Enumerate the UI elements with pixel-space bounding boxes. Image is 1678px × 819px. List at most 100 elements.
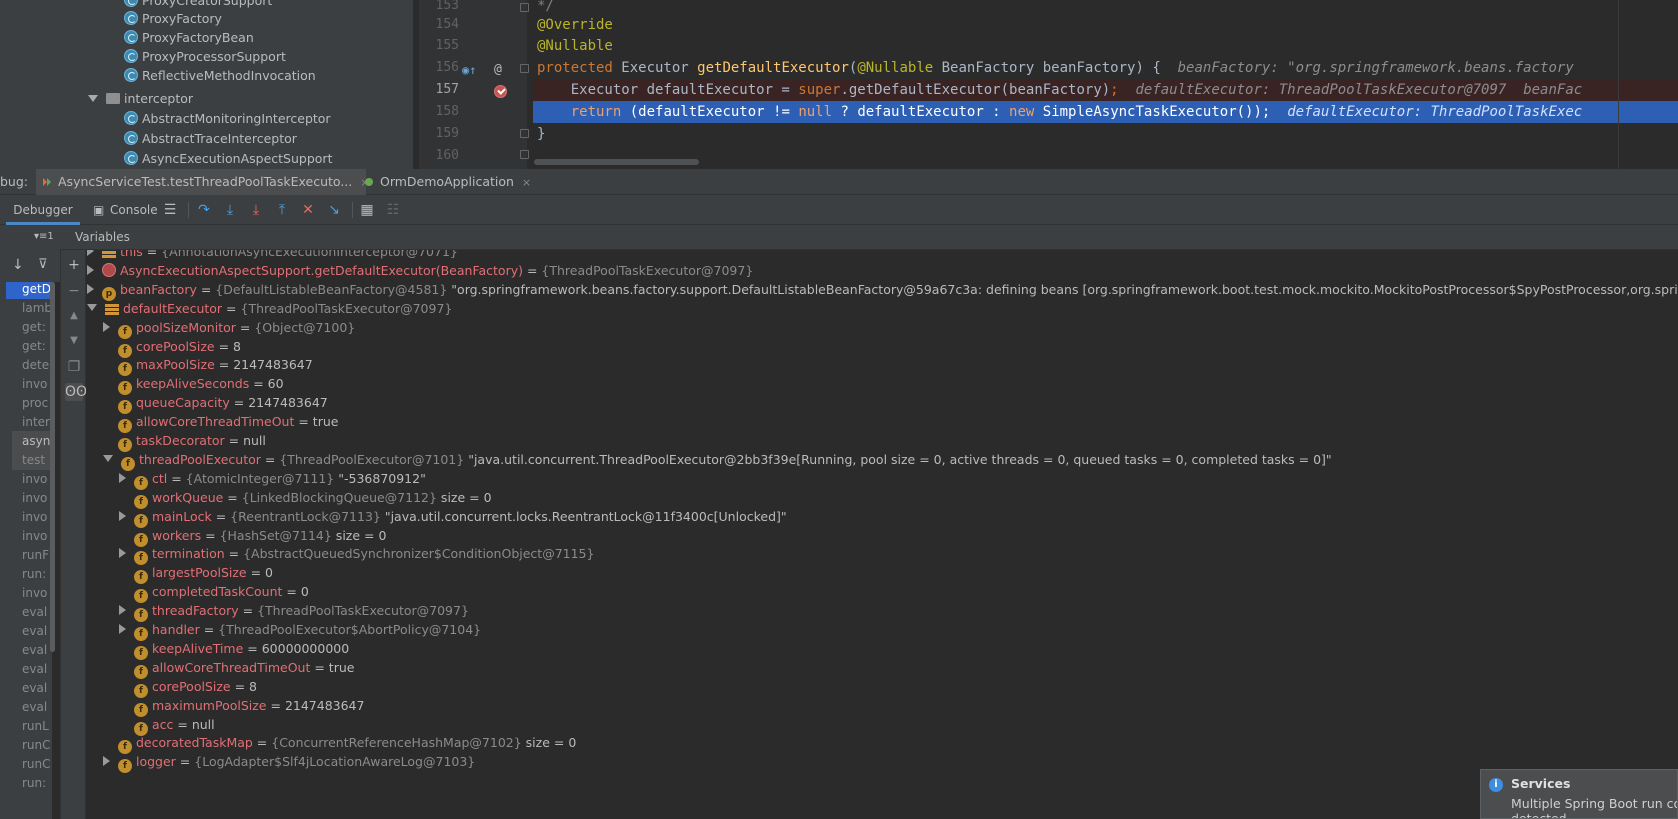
stack-frame[interactable]: eval bbox=[12, 621, 52, 641]
stack-frame[interactable]: runL bbox=[12, 716, 52, 736]
expand-arrow-icon[interactable] bbox=[119, 624, 126, 634]
variable-row[interactable]: f largestPoolSize = 0 bbox=[119, 563, 273, 585]
variable-row[interactable]: f maximumPoolSize = 2147483647 bbox=[119, 696, 364, 717]
code-editor[interactable]: 153 154 155 156 157 158 159 160 ◉↑ @ */ … bbox=[419, 0, 1678, 169]
annotation-icon[interactable]: @ bbox=[494, 62, 502, 77]
tree-item-class[interactable]: ProxyProcessorSupport bbox=[124, 47, 286, 67]
expand-arrow-icon[interactable] bbox=[103, 756, 110, 767]
stack-frame[interactable]: proc bbox=[12, 393, 52, 413]
editor-horizontal-scrollbar[interactable] bbox=[534, 159, 699, 165]
variable-row[interactable]: f queueCapacity = 2147483647 bbox=[103, 393, 328, 415]
stack-frame[interactable]: runF bbox=[12, 545, 52, 565]
menu-icon[interactable]: ☰ bbox=[161, 201, 179, 219]
stack-frame[interactable]: test bbox=[12, 450, 52, 470]
move-down-icon[interactable]: ▼ bbox=[65, 332, 83, 350]
filter-icon[interactable]: ⊽ bbox=[38, 257, 48, 272]
variable-row[interactable]: f corePoolSize = 8 bbox=[119, 677, 257, 698]
variable-row[interactable]: f keepAliveTime = 60000000000 bbox=[119, 639, 349, 660]
copy-icon[interactable]: ❐ bbox=[65, 358, 83, 376]
stack-frame[interactable]: invo bbox=[12, 526, 52, 546]
run-to-cursor-icon[interactable]: ↘ bbox=[325, 201, 343, 219]
step-over-icon[interactable]: ↷ bbox=[195, 201, 213, 219]
tree-item-package[interactable]: interceptor bbox=[88, 89, 193, 109]
breakpoint-icon[interactable] bbox=[494, 85, 507, 98]
stack-frame[interactable]: get: bbox=[12, 336, 52, 356]
variable-row[interactable]: f threadFactory = {ThreadPoolTaskExecutor… bbox=[119, 601, 469, 623]
close-tab-icon[interactable]: × bbox=[522, 176, 531, 189]
stack-frame[interactable]: asyn bbox=[12, 431, 52, 451]
move-up-icon[interactable]: ▲ bbox=[65, 307, 83, 325]
variable-row[interactable]: f handler = {ThreadPoolExecutor$AbortPoli… bbox=[119, 620, 481, 641]
variable-row[interactable]: f taskDecorator = null bbox=[103, 431, 266, 452]
tree-item-class[interactable]: ProxyFactoryBean bbox=[124, 28, 254, 48]
expand-arrow-icon[interactable] bbox=[87, 283, 94, 294]
tree-item-class[interactable]: AsyncExecutionAspectSupport bbox=[124, 149, 332, 169]
stack-frame[interactable]: dete bbox=[12, 355, 52, 375]
stack-frame[interactable]: eval bbox=[12, 602, 52, 622]
variable-row[interactable]: f workQueue = {LinkedBlockingQueue@7112} … bbox=[119, 488, 492, 509]
tab-console[interactable]: ▣ Console bbox=[92, 195, 158, 225]
stack-frame[interactable]: invo bbox=[12, 374, 52, 394]
tree-item-class[interactable]: ReflectiveMethodInvocation bbox=[124, 66, 316, 86]
tree-item-class[interactable]: AbstractMonitoringInterceptor bbox=[124, 109, 331, 129]
stack-frame[interactable]: get: bbox=[12, 317, 52, 337]
stack-frame[interactable]: invo bbox=[12, 469, 52, 489]
variable-row[interactable]: AsyncExecutionAspectSupport.getDefaultEx… bbox=[87, 261, 753, 281]
fold-marker-icon[interactable] bbox=[520, 150, 529, 159]
stack-frame[interactable]: eval bbox=[12, 640, 52, 660]
step-out-icon[interactable]: ⤒ bbox=[273, 201, 291, 219]
variable-row[interactable]: f completedTaskCount = 0 bbox=[119, 582, 309, 604]
force-step-into-icon[interactable]: ⤓ bbox=[247, 201, 265, 219]
trace-icon[interactable]: ☷ bbox=[384, 201, 402, 219]
overrides-method-icon[interactable]: ◉↑ bbox=[462, 63, 476, 77]
variable-row[interactable]: defaultExecutor = {ThreadPoolTaskExecuto… bbox=[87, 299, 452, 319]
variable-row[interactable]: f mainLock = {ReentrantLock@7113} "java.u… bbox=[119, 507, 787, 528]
stack-frame[interactable]: runC bbox=[12, 735, 52, 755]
variable-row[interactable]: p beanFactory = {DefaultListableBeanFacto… bbox=[87, 280, 1678, 301]
collapse-arrow-icon[interactable] bbox=[103, 454, 113, 462]
variable-row[interactable]: f allowCoreThreadTimeOut = true bbox=[119, 658, 354, 679]
variable-row[interactable]: f maxPoolSize = 2147483647 bbox=[103, 355, 313, 377]
tree-item-class[interactable]: AbstractTraceInterceptor bbox=[124, 129, 297, 149]
stack-frame[interactable]: runC bbox=[12, 754, 52, 774]
fold-marker-icon[interactable] bbox=[520, 64, 529, 73]
tab-async-service-test[interactable]: AsyncServiceTest.testThreadPoolTaskExecu… bbox=[36, 169, 369, 195]
variable-row[interactable]: f ctl = {AtomicInteger@7111} "-536870912" bbox=[119, 469, 426, 490]
variable-row[interactable]: f corePoolSize = 8 bbox=[103, 337, 241, 358]
stack-frame[interactable]: eval bbox=[12, 678, 52, 698]
stack-frame[interactable]: invo bbox=[12, 488, 52, 508]
expand-arrow-icon[interactable] bbox=[87, 264, 94, 275]
variable-row[interactable]: f termination = {AbstractQueuedSynchroniz… bbox=[119, 544, 594, 566]
stack-frame[interactable]: eval bbox=[12, 697, 52, 717]
expand-arrow-icon[interactable] bbox=[88, 95, 98, 102]
variable-row[interactable]: f logger = {LogAdapter$Slf4jLocationAware… bbox=[103, 752, 475, 774]
services-notification[interactable]: i Services Multiple Spring Boot run conf… bbox=[1480, 769, 1678, 819]
tree-item-class[interactable]: ProxyFactory bbox=[124, 9, 222, 29]
collapse-arrow-icon[interactable] bbox=[87, 303, 97, 311]
drop-frame-icon[interactable]: ✕ bbox=[299, 201, 317, 219]
variable-row[interactable]: f keepAliveSeconds = 60 bbox=[103, 374, 284, 396]
expand-arrow-icon[interactable] bbox=[119, 605, 126, 616]
stack-frame[interactable]: getD bbox=[6, 282, 52, 299]
stack-frame[interactable]: run: bbox=[12, 564, 52, 584]
add-watch-icon[interactable]: + bbox=[65, 256, 83, 274]
expand-arrow-icon[interactable] bbox=[103, 321, 110, 332]
evaluate-icon[interactable]: ▦ bbox=[358, 201, 376, 219]
fold-marker-icon[interactable] bbox=[520, 129, 529, 138]
fold-marker-icon[interactable] bbox=[520, 3, 529, 12]
tab-debugger[interactable]: Debugger bbox=[6, 195, 80, 225]
variable-row[interactable]: f workers = {HashSet@7114} size = 0 bbox=[119, 526, 386, 547]
tab-orm-demo-application[interactable]: OrmDemoApplication × bbox=[358, 169, 531, 195]
expand-arrow-icon[interactable] bbox=[119, 472, 126, 483]
stack-frame[interactable]: inter bbox=[12, 412, 52, 432]
variable-row[interactable]: f decoratedTaskMap = {ConcurrentReference… bbox=[103, 733, 576, 755]
stack-frame[interactable]: lamb bbox=[12, 298, 52, 318]
variable-row[interactable]: f acc = null bbox=[119, 715, 215, 736]
variable-row[interactable]: f poolSizeMonitor = {Object@7100} bbox=[103, 318, 355, 339]
expand-arrow-icon[interactable] bbox=[87, 250, 94, 256]
stack-frame[interactable]: invo bbox=[12, 507, 52, 527]
thread-selector[interactable]: ▾≡1 bbox=[34, 231, 54, 242]
glasses-icon[interactable]: ʘʘ bbox=[65, 383, 87, 401]
remove-watch-icon[interactable]: − bbox=[65, 282, 83, 300]
step-into-icon[interactable]: ⤓ bbox=[221, 201, 239, 219]
